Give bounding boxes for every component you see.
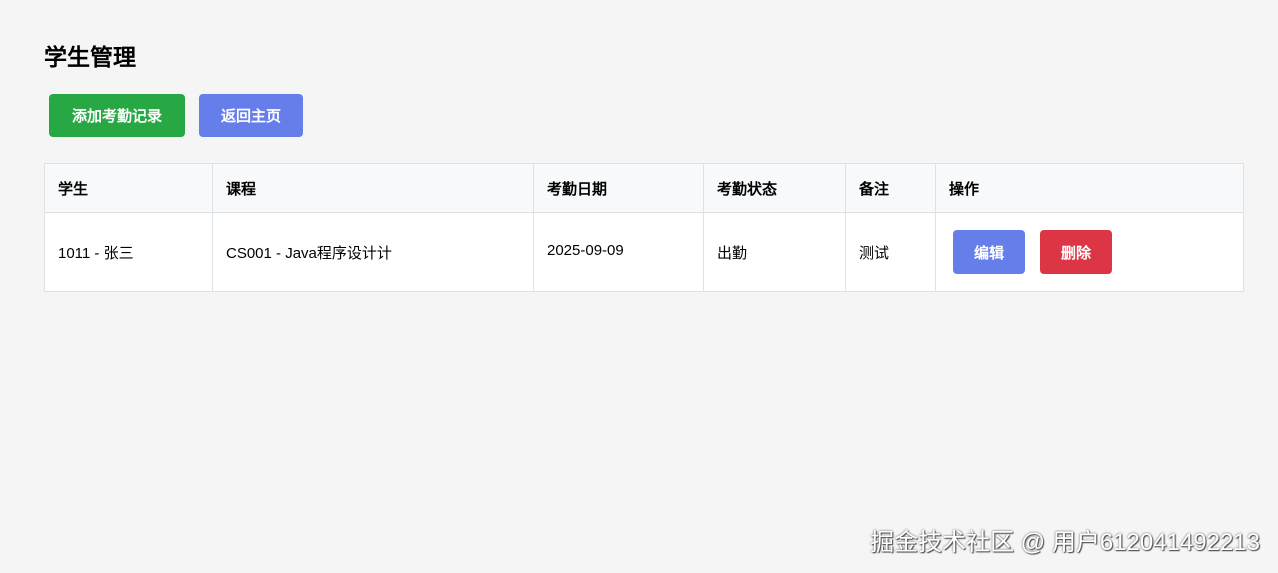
back-home-button[interactable]: 返回主页	[199, 94, 303, 137]
header-status: 考勤状态	[703, 163, 846, 213]
header-course: 课程	[212, 163, 534, 213]
header-note: 备注	[845, 163, 936, 213]
header-student: 学生	[44, 163, 213, 213]
attendance-table: 学生 课程 考勤日期 考勤状态 备注 操作 1011 - 张三 CS001 - …	[44, 163, 1244, 292]
cell-actions: 编辑 删除	[935, 212, 1244, 292]
watermark: 掘金技术社区 @ 用户612041492213	[870, 529, 1260, 556]
header-actions: 操作	[935, 163, 1244, 213]
header-date: 考勤日期	[533, 163, 704, 213]
cell-note: 测试	[845, 212, 936, 292]
cell-student: 1011 - 张三	[44, 212, 213, 292]
edit-button[interactable]: 编辑	[953, 230, 1025, 274]
page-title: 学生管理	[44, 44, 136, 70]
table-row: 1011 - 张三 CS001 - Java程序设计计 2025-09-09 出…	[44, 212, 1244, 292]
table-header-row: 学生 课程 考勤日期 考勤状态 备注 操作	[44, 163, 1244, 213]
cell-course: CS001 - Java程序设计计	[212, 212, 534, 292]
add-attendance-button[interactable]: 添加考勤记录	[49, 94, 185, 137]
delete-button[interactable]: 删除	[1040, 230, 1112, 274]
cell-status: 出勤	[703, 212, 846, 292]
cell-date: 2025-09-09	[533, 212, 704, 292]
